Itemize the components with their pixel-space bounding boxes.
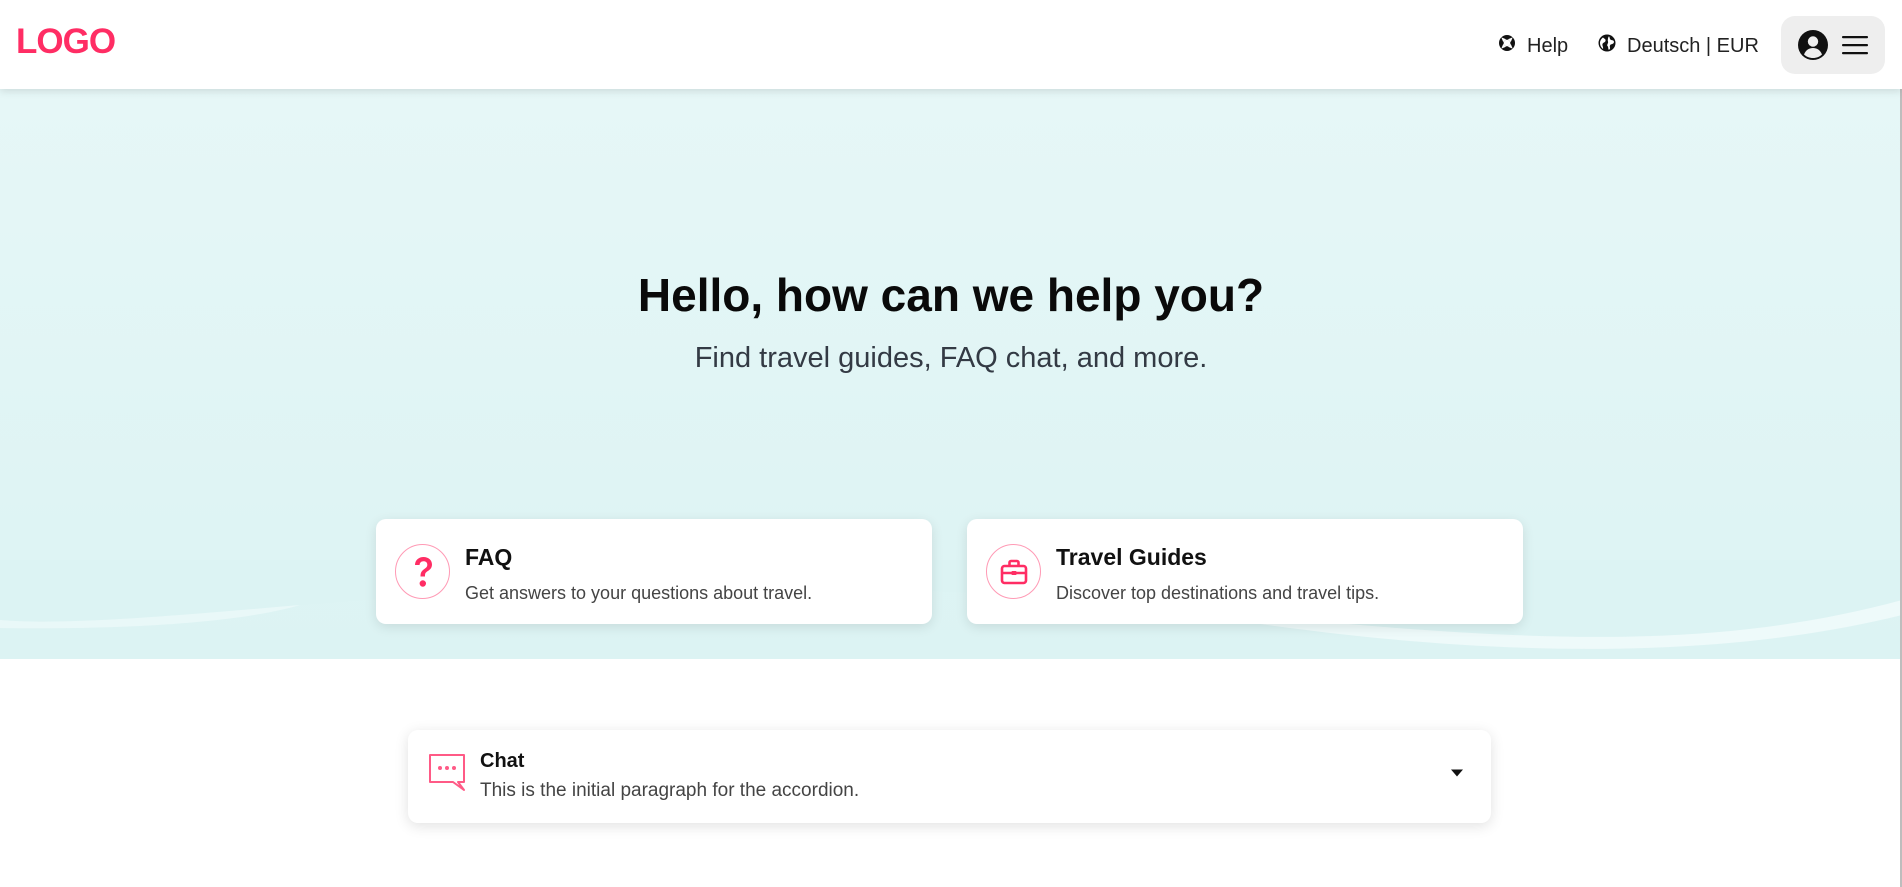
travel-guides-card-description: Discover top destinations and travel tip…	[1056, 583, 1380, 603]
top-header: LOGO Help Deutsch | EUR	[0, 0, 1902, 89]
lifebuoy-icon	[1497, 33, 1517, 59]
question-icon	[395, 544, 450, 599]
faq-card-description: Get answers to your questions about trav…	[465, 583, 813, 603]
accordion-description: This is the initial paragraph for the ac…	[480, 780, 860, 801]
page: LOGO Help Deutsch | EUR Hello, how can w…	[0, 0, 1902, 887]
globe-icon	[1597, 33, 1617, 59]
hero-wave-divider	[0, 560, 1902, 649]
locale-label: Deutsch | EUR	[1627, 34, 1759, 57]
user-avatar-icon	[1797, 29, 1829, 61]
language-currency-selector[interactable]: Deutsch | EUR	[1597, 33, 1759, 59]
travel-guides-card-title: Travel Guides	[1056, 544, 1207, 570]
faq-card-title: FAQ	[465, 544, 513, 570]
logo[interactable]: LOGO	[16, 22, 116, 62]
hamburger-menu-icon	[1841, 34, 1869, 56]
briefcase-icon	[986, 544, 1041, 599]
hero-title: Hello, how can we help you?	[637, 269, 1265, 321]
chat-accordion[interactable]: Chat This is the initial paragraph for t…	[408, 730, 1491, 823]
help-label: Help	[1527, 34, 1569, 57]
help-link[interactable]: Help	[1497, 33, 1568, 59]
faq-card[interactable]: FAQ Get answers to your questions about …	[376, 519, 932, 624]
travel-guides-card[interactable]: Travel Guides Discover top destinations …	[967, 519, 1523, 624]
accordion-title: Chat	[480, 750, 525, 772]
hero-subtitle: Find travel guides, FAQ chat, and more.	[694, 342, 1208, 374]
user-menu-button[interactable]	[1781, 16, 1885, 74]
